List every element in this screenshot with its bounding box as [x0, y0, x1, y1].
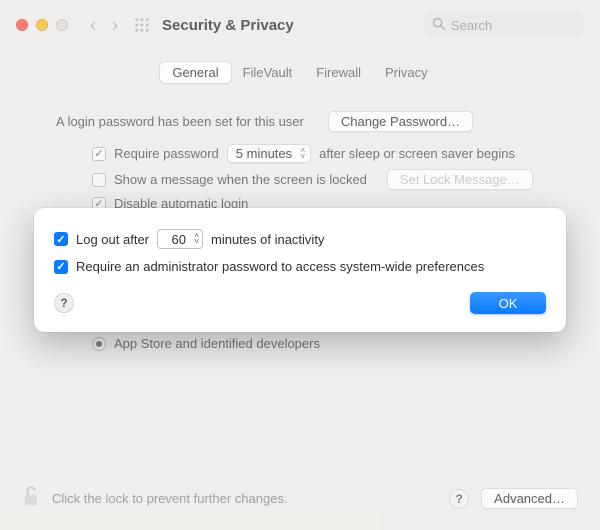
window-title: Security & Privacy [162, 17, 294, 34]
logout-label-after: minutes of inactivity [211, 232, 324, 247]
help-button-sheet[interactable]: ? [54, 293, 74, 313]
require-password-delay-value: 5 minutes [236, 146, 292, 161]
tab-privacy[interactable]: Privacy [373, 62, 440, 83]
lock-hint-text: Click the lock to prevent further change… [52, 491, 288, 506]
advanced-button[interactable]: Advanced… [481, 488, 578, 509]
change-password-button[interactable]: Change Password… [328, 111, 473, 132]
close-window-button[interactable] [16, 19, 28, 31]
tab-filevault[interactable]: FileVault [231, 62, 305, 83]
search-input[interactable]: Search [424, 12, 584, 38]
chevron-updown-icon: ˄˅ [194, 233, 199, 245]
search-icon [432, 17, 445, 33]
require-password-tail: after sleep or screen saver begins [319, 146, 515, 161]
show-lock-message-checkbox[interactable] [92, 173, 106, 187]
help-button-footer[interactable]: ? [449, 489, 469, 509]
tab-bar: General FileVault Firewall Privacy [0, 62, 600, 83]
footer-bar: Click the lock to prevent further change… [0, 471, 600, 530]
allow-from-identified-label: App Store and identified developers [114, 336, 320, 351]
unlocked-padlock-icon[interactable] [22, 485, 40, 512]
logout-minutes-stepper[interactable]: 60 ˄˅ [157, 229, 203, 249]
back-button[interactable]: ‹ [86, 15, 100, 36]
tab-firewall[interactable]: Firewall [304, 62, 373, 83]
logout-minutes-value: 60 [172, 232, 186, 247]
window-controls [16, 19, 68, 31]
search-placeholder: Search [451, 18, 492, 33]
show-lock-message-label: Show a message when the screen is locked [114, 172, 367, 187]
admin-password-label: Require an administrator password to acc… [76, 259, 484, 274]
tab-general[interactable]: General [160, 62, 230, 83]
require-password-label: Require password [114, 146, 219, 161]
chevron-updown-icon: ˄˅ [300, 148, 305, 160]
require-password-delay-select[interactable]: 5 minutes ˄˅ [227, 144, 311, 163]
set-lock-message-button[interactable]: Set Lock Message… [387, 169, 533, 190]
ok-button[interactable]: OK [470, 292, 546, 314]
password-set-text: A login password has been set for this u… [56, 114, 304, 129]
forward-button[interactable]: › [108, 15, 122, 36]
show-all-icon[interactable] [134, 17, 150, 33]
logout-label-before: Log out after [76, 232, 149, 247]
zoom-window-button[interactable] [56, 19, 68, 31]
window-toolbar: ‹ › Security & Privacy Search [0, 0, 600, 50]
require-password-checkbox[interactable] [92, 147, 106, 161]
allow-from-identified-radio[interactable] [92, 337, 106, 351]
minimize-window-button[interactable] [36, 19, 48, 31]
admin-password-checkbox[interactable] [54, 260, 68, 274]
advanced-sheet: Log out after 60 ˄˅ minutes of inactivit… [34, 208, 566, 332]
logout-after-checkbox[interactable] [54, 232, 68, 246]
